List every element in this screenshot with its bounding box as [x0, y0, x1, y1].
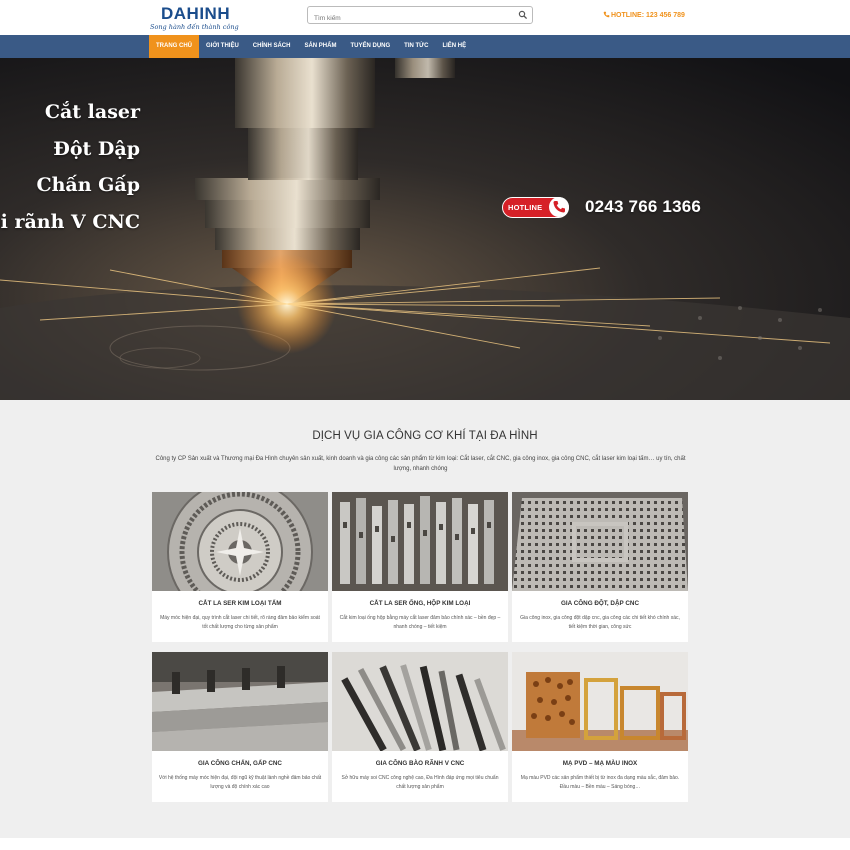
card-description: Mạ màu PVD các sản phẩm thiết bị từ inox…: [520, 775, 680, 790]
card-title[interactable]: CẮT LA SER KIM LOẠI TẤM: [152, 600, 328, 607]
header-hotline[interactable]: HOTLINE: 123 456 789: [603, 11, 685, 19]
nav-item-tuyen-dung[interactable]: Tuyển dụng: [343, 35, 397, 58]
card-image-pvd-coating: [512, 652, 688, 751]
hero-hotline-label: HOTLINE: [508, 203, 543, 212]
main-nav: Trang chủ Giới thiệu Chính sách Sản phẩm…: [0, 35, 850, 58]
hero-line-2: Đột Dập: [53, 138, 140, 160]
hotline-text: HOTLINE: 123 456 789: [611, 12, 685, 19]
card-description: Sở hữu máy soi CNC công nghệ cao, Đa Hìn…: [341, 775, 499, 790]
service-card[interactable]: CẮT LA SER KIM LOẠI TẤM Máy móc hiện đại…: [152, 492, 328, 642]
card-image-v-grooving: [332, 652, 508, 751]
logo-text: DAHINH: [161, 4, 231, 23]
card-image-bending: [152, 652, 328, 751]
search-box: [307, 6, 533, 27]
card-description: Với hệ thống máy móc hiện đại, đội ngũ k…: [158, 775, 322, 790]
nav-item-lien-he[interactable]: Liên hệ: [435, 35, 473, 58]
card-title[interactable]: GIA CÔNG CHẤN, GẤP CNC: [152, 760, 328, 767]
service-card[interactable]: MẠ PVD – MẠ MÀU INOX Mạ màu PVD các sản …: [512, 652, 688, 802]
hero-line-4: oi rãnh V CNC: [0, 211, 140, 233]
phone-icon: [549, 197, 569, 217]
card-title[interactable]: GIA CÔNG ĐỘT, DẬP CNC: [512, 600, 688, 607]
search-icon[interactable]: [518, 10, 528, 20]
nav-item-trang-chu[interactable]: Trang chủ: [149, 35, 199, 58]
nav-item-gioi-thieu[interactable]: Giới thiệu: [199, 35, 246, 58]
card-image-laser-tubes: [332, 492, 508, 591]
card-description: Gia công inox, gia công đột dập cnc, gia…: [520, 615, 680, 630]
hero-line-1: Cắt laser: [44, 101, 140, 123]
logo[interactable]: DAHINH Song hành đến thành công: [148, 4, 248, 32]
service-card[interactable]: CẮT LA SER ỐNG, HỘP KIM LOẠI Cắt kim loạ…: [332, 492, 508, 642]
nav-item-san-pham[interactable]: Sản phẩm: [297, 35, 343, 58]
section-title: DỊCH VỤ GIA CÔNG CƠ KHÍ TẠI ĐA HÌNH: [312, 430, 538, 442]
nav-item-tin-tuc[interactable]: Tin tức: [397, 35, 435, 58]
card-image-punched-sheet: [512, 492, 688, 591]
nav-item-chinh-sach[interactable]: Chính sách: [246, 35, 298, 58]
hero-hotline-badge[interactable]: HOTLINE: [502, 197, 569, 218]
search-input[interactable]: [308, 10, 508, 27]
card-description: Cắt kim loại ống hộp bằng máy cắt laser …: [339, 615, 501, 630]
card-title[interactable]: GIA CÔNG BÀO RÃNH V CNC: [332, 760, 508, 767]
hero-phone-number[interactable]: 0243 766 1366: [585, 197, 701, 217]
logo-slogan: Song hành đến thành công: [150, 23, 239, 31]
header: DAHINH Song hành đến thành công HOTLINE:…: [0, 0, 850, 35]
phone-icon: [603, 11, 610, 18]
section-description: Công ty CP Sản xuất và Thương mại Đa Hìn…: [155, 456, 686, 472]
service-card[interactable]: GIA CÔNG BÀO RÃNH V CNC Sở hữu máy soi C…: [332, 652, 508, 802]
footer-strip: [0, 838, 850, 850]
card-title[interactable]: CẮT LA SER ỐNG, HỘP KIM LOẠI: [332, 600, 508, 607]
hero-banner[interactable]: Cắt laser Đột Dập Chấn Gấp oi rãnh V CNC…: [0, 58, 850, 400]
service-card[interactable]: GIA CÔNG ĐỘT, DẬP CNC Gia công inox, gia…: [512, 492, 688, 642]
card-description: Máy móc hiện đại, quy trình cắt laser ch…: [160, 615, 320, 630]
card-image-laser-sheet: [152, 492, 328, 591]
hero-line-3: Chấn Gấp: [36, 174, 141, 196]
card-title[interactable]: MẠ PVD – MẠ MÀU INOX: [512, 760, 688, 767]
service-card[interactable]: GIA CÔNG CHẤN, GẤP CNC Với hệ thống máy …: [152, 652, 328, 802]
